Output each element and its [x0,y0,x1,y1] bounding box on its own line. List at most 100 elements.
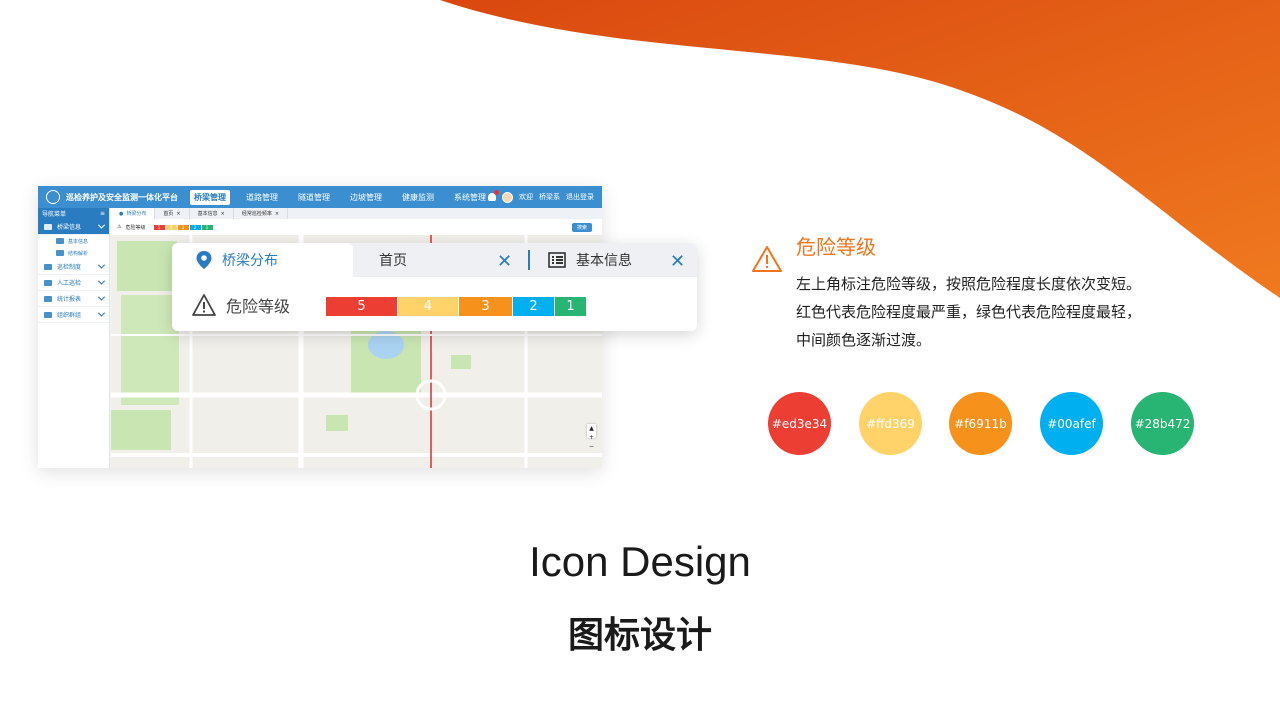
warning-icon [752,246,782,272]
danger-level-2: 2 [513,297,554,316]
zoomed-tab-basic-info[interactable]: 基本信息 [548,243,632,277]
user-area: 欢迎 桥梁系 退出登录 [488,186,594,208]
zoomed-tab-home[interactable]: 首页 [379,243,407,277]
top-nav: 桥梁管理 道路管理 隧道管理 边坡管理 健康监测 系统管理 [190,189,490,205]
sidebar-item-label: 桥梁信息 [57,224,82,231]
zoomed-tab-label: 桥梁分布 [222,253,278,269]
danger-level-5: 5 [326,297,397,316]
nav-health[interactable]: 健康监测 [398,190,438,205]
structure-icon [56,250,64,256]
sidebar-title: 导航菜单 [42,211,67,218]
description-line: 左上角标注危险等级，按照危险程度长度依次变短。 [796,275,1142,293]
mini-level-5: 5 [153,224,165,230]
logo-icon [46,190,60,204]
zoom-out-button[interactable]: − [587,442,596,451]
map-toolbar: ⚠ 危险等级 5 4 3 2 1 搜索 [111,219,602,235]
menu-icon[interactable]: ≡ [100,210,105,217]
sidebar-header: 导航菜单 ≡ [38,208,109,219]
tab-strip: ● 桥梁分布 首页 × 基本信息 × 经常巡检频率 × [111,208,602,219]
warning-icon: ⚠ [117,224,122,230]
sidebar-item-manual-inspection[interactable]: 人工巡检 [38,275,109,291]
close-icon[interactable]: ✕ [497,251,512,272]
logout-link[interactable]: 退出登录 [566,192,594,202]
tab-label: 经常巡检频率 [241,211,272,217]
danger-level-3: 3 [459,297,512,316]
bridge-icon [44,223,52,230]
sidebar-item-bridge-info[interactable]: 桥梁信息 [38,219,109,235]
tab-basic-info[interactable]: 基本信息 × [190,208,234,219]
color-swatch-blue: #00afef [1040,392,1103,455]
search-button[interactable]: 搜索 [571,222,592,232]
danger-level-row: 危险等级 [192,293,290,317]
danger-label: 危险等级 [125,224,146,231]
description-line: 红色代表危险程度最严重，绿色代表危险程度最轻， [796,303,1142,321]
sidebar-item-inspection-rules[interactable]: 巡检制度 [38,259,109,275]
sidebar: 导航菜单 ≡ 桥梁信息 基本信息 结构解析 巡检制度 人工巡检 统计报表 组织群… [38,208,110,468]
inspection-icon [44,279,52,286]
chevron-down-icon [97,277,106,285]
description-line: 中间颜色逐渐过渡。 [796,331,932,349]
chevron-down-icon [97,293,106,301]
tab-inspection-frequency[interactable]: 经常巡检频率 × [234,208,289,219]
color-swatch-red: #ed3e34 [768,392,831,455]
nav-system[interactable]: 系统管理 [450,190,490,205]
sidebar-item-groups[interactable]: 组织群组 [38,307,109,323]
danger-label: 危险等级 [226,297,291,316]
nav-slope[interactable]: 边坡管理 [346,190,386,205]
danger-level-bars: 5 4 3 2 1 [326,297,586,316]
mini-level-4: 4 [165,224,177,230]
heading-chinese: 图标设计 [567,615,712,656]
sidebar-subitem-basic[interactable]: 基本信息 [38,235,109,247]
user-greeting: 欢迎 [519,193,533,201]
app-title: 巡检养护及安全监测一体化平台 [66,192,178,202]
tab-divider [528,250,530,270]
tab-bridge-distribution[interactable]: ● 桥梁分布 [111,208,156,219]
sidebar-subitem-label: 基本信息 [68,238,89,245]
nav-road[interactable]: 道路管理 [242,190,282,205]
mini-level-2: 2 [189,224,201,230]
zoom-in-button[interactable]: + [587,433,596,442]
color-swatch-green: #28b472 [1131,392,1194,455]
sidebar-item-label: 人工巡检 [57,280,82,287]
close-icon[interactable]: ✕ [670,251,685,272]
close-icon[interactable]: × [176,211,180,217]
list-icon [548,252,566,268]
tab-label: 桥梁分布 [126,211,147,217]
map-zoom-controls: ▲ + − [587,424,596,450]
tab-label: 基本信息 [197,211,218,217]
bell-icon[interactable] [488,190,499,201]
report-icon [44,295,52,302]
avatar[interactable] [502,191,513,203]
sidebar-item-reports[interactable]: 统计报表 [38,291,109,307]
description-text: 左上角标注危险等级，按照危险程度长度依次变短。 红色代表危险程度最严重，绿色代表… [796,270,1186,354]
group-icon [44,311,52,318]
top-bar: 巡检养护及安全监测一体化平台 桥梁管理 道路管理 隧道管理 边坡管理 健康监测 … [38,186,602,208]
description-title: 危险等级 [796,235,876,259]
tab-label: 首页 [163,211,174,217]
mini-level-1: 1 [201,224,213,230]
zoomed-tab-label: 基本信息 [576,253,632,269]
zoomed-tab-bridge-distribution[interactable]: 桥梁分布 [172,243,353,277]
warning-icon [192,294,216,316]
close-icon[interactable]: × [275,211,279,217]
chevron-down-icon [97,261,106,269]
compass-icon[interactable]: ▲ [587,424,596,433]
mini-danger-bars: 5 4 3 2 1 [153,224,213,230]
danger-level-1: 1 [555,297,586,316]
heading-english: Icon Design [529,538,751,585]
zoomed-toolbar-card: 桥梁分布 首页 ✕ 基本信息 ✕ 危险等级 5 4 3 2 1 [172,243,697,331]
user-name: 桥梁系 [539,193,560,201]
sidebar-item-label: 组织群组 [57,312,82,319]
zoomed-tab-strip: 桥梁分布 首页 ✕ 基本信息 ✕ [172,243,697,277]
nav-tunnel[interactable]: 隧道管理 [294,190,334,205]
chevron-down-icon [97,309,106,317]
close-icon[interactable]: × [221,211,225,217]
tab-home[interactable]: 首页 × [155,208,190,219]
color-swatch-orange: #f6911b [949,392,1012,455]
nav-bridge[interactable]: 桥梁管理 [190,189,230,205]
sidebar-item-label: 统计报表 [57,296,82,303]
sidebar-subitem-label: 结构解析 [68,250,89,257]
sidebar-subitem-structure[interactable]: 结构解析 [38,247,109,259]
chevron-down-icon [97,221,106,229]
danger-level-4: 4 [398,297,458,316]
